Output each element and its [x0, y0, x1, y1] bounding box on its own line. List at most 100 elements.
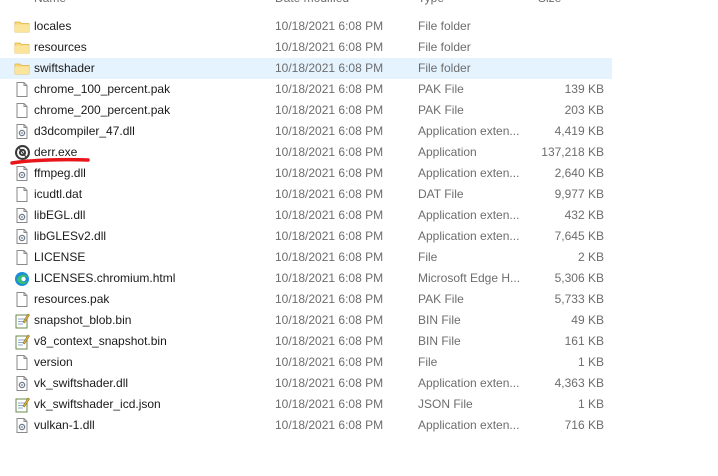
file-date-modified: 10/18/2021 6:08 PM	[275, 250, 384, 264]
file-name: vk_swiftshader_icd.json	[34, 397, 161, 411]
file-size	[534, 16, 604, 37]
file-type: Application exten...	[418, 208, 520, 222]
file-size: 137,218 KB	[541, 145, 604, 159]
file-icon	[14, 102, 30, 119]
file-date-modified: 10/18/2021 6:08 PM	[275, 40, 384, 54]
file-type: Application exten...	[418, 418, 520, 432]
file-size: 716 KB	[564, 418, 604, 432]
file-size	[534, 37, 604, 58]
file-size: 139 KB	[564, 82, 604, 96]
dll-icon	[14, 165, 30, 182]
file-name: resources	[34, 40, 87, 54]
dll-icon	[14, 207, 30, 224]
file-row[interactable]: derr.exe 10/18/2021 6:08 PM Application 137…	[0, 142, 612, 163]
file-row[interactable]: vulkan-1.dll 10/18/2021 6:08 PM Applicatio…	[0, 415, 612, 436]
file-row[interactable]: libEGL.dll 10/18/2021 6:08 PM Application …	[0, 205, 612, 226]
file-row[interactable]: version 10/18/2021 6:08 PM File 1 KB	[0, 352, 612, 373]
file-date-modified: 10/18/2021 6:08 PM	[275, 376, 384, 390]
file-name: libEGL.dll	[34, 208, 86, 222]
column-header-name[interactable]: Name	[34, 0, 66, 8]
file-date-modified: 10/18/2021 6:08 PM	[275, 292, 384, 306]
file-row[interactable]: d3dcompiler_47.dll 10/18/2021 6:08 PM Appl…	[0, 121, 612, 142]
file-date-modified: 10/18/2021 6:08 PM	[275, 355, 384, 369]
file-date-modified: 10/18/2021 6:08 PM	[275, 187, 384, 201]
file-row[interactable]: locales 10/18/2021 6:08 PM File folder	[0, 16, 612, 37]
file-date-modified: 10/18/2021 6:08 PM	[275, 145, 384, 159]
file-name: vulkan-1.dll	[34, 418, 95, 432]
column-header-type[interactable]: Type	[418, 0, 444, 8]
file-name: snapshot_blob.bin	[34, 313, 132, 327]
file-name: icudtl.dat	[34, 187, 83, 201]
file-type: JSON File	[418, 397, 473, 411]
file-type: File folder	[418, 61, 471, 75]
file-row[interactable]: resources 10/18/2021 6:08 PM File folder	[0, 37, 612, 58]
file-name: chrome_200_percent.pak	[34, 103, 171, 117]
file-name: vk_swiftshader.dll	[34, 376, 129, 390]
file-size: 4,363 KB	[554, 376, 604, 390]
file-name: d3dcompiler_47.dll	[34, 124, 135, 138]
file-name: v8_context_snapshot.bin	[34, 334, 167, 348]
file-type: Application exten...	[418, 376, 520, 390]
file-name: swiftshader	[34, 61, 95, 75]
file-type: PAK File	[418, 292, 464, 306]
file-row[interactable]: chrome_200_percent.pak 10/18/2021 6:08 PM…	[0, 100, 612, 121]
file-size: 1 KB	[577, 355, 604, 369]
file-type: DAT File	[418, 187, 464, 201]
red-underline-annotation	[10, 157, 90, 165]
file-list: locales 10/18/2021 6:08 PM File folder reso…	[0, 16, 612, 436]
file-type: Microsoft Edge H...	[418, 271, 521, 285]
file-row[interactable]: swiftshader 10/18/2021 6:08 PM File folder	[0, 58, 612, 79]
file-size: 2 KB	[577, 250, 604, 264]
notepad-icon	[14, 312, 30, 329]
file-type: PAK File	[418, 82, 464, 96]
file-icon	[14, 81, 30, 98]
file-size: 4,419 KB	[554, 124, 604, 138]
file-type: BIN File	[418, 313, 461, 327]
file-type: File	[418, 355, 438, 369]
file-date-modified: 10/18/2021 6:08 PM	[275, 166, 384, 180]
file-size: 432 KB	[564, 208, 604, 222]
file-date-modified: 10/18/2021 6:08 PM	[275, 61, 384, 75]
file-size: 5,733 KB	[554, 292, 604, 306]
dll-icon	[14, 123, 30, 140]
file-date-modified: 10/18/2021 6:08 PM	[275, 82, 384, 96]
file-size	[534, 58, 604, 79]
notepad-icon	[14, 396, 30, 413]
file-date-modified: 10/18/2021 6:08 PM	[275, 313, 384, 327]
file-size: 5,306 KB	[554, 271, 604, 285]
file-row[interactable]: v8_context_snapshot.bin 10/18/2021 6:08 P…	[0, 331, 612, 352]
folder-icon	[14, 39, 30, 56]
notepad-icon	[14, 333, 30, 350]
dll-icon	[14, 228, 30, 245]
file-row[interactable]: vk_swiftshader.dll 10/18/2021 6:08 PM Appl…	[0, 373, 612, 394]
file-row[interactable]: libGLESv2.dll 10/18/2021 6:08 PM Applicati…	[0, 226, 612, 247]
file-date-modified: 10/18/2021 6:08 PM	[275, 334, 384, 348]
column-header-row: Name Date modified Type Size	[0, 0, 612, 8]
file-row[interactable]: vk_swiftshader_icd.json 10/18/2021 6:08 P…	[0, 394, 612, 415]
file-row[interactable]: snapshot_blob.bin 10/18/2021 6:08 PM BIN F…	[0, 310, 612, 331]
file-row[interactable]: ffmpeg.dll 10/18/2021 6:08 PM Application …	[0, 163, 612, 184]
file-date-modified: 10/18/2021 6:08 PM	[275, 229, 384, 243]
edge-icon	[14, 270, 30, 287]
file-row[interactable]: LICENSE 10/18/2021 6:08 PM File 2 KB	[0, 247, 612, 268]
column-header-date[interactable]: Date modified	[275, 0, 349, 8]
file-row[interactable]: icudtl.dat 10/18/2021 6:08 PM DAT File 9,97…	[0, 184, 612, 205]
file-icon	[14, 186, 30, 203]
file-row[interactable]: chrome_100_percent.pak 10/18/2021 6:08 PM…	[0, 79, 612, 100]
file-type: File	[418, 250, 438, 264]
file-size: 2,640 KB	[554, 166, 604, 180]
file-date-modified: 10/18/2021 6:08 PM	[275, 418, 384, 432]
dll-icon	[14, 375, 30, 392]
file-size: 49 KB	[571, 313, 604, 327]
file-name: LICENSES.chromium.html	[34, 271, 176, 285]
file-icon	[14, 291, 30, 308]
file-type: BIN File	[418, 334, 461, 348]
file-type: PAK File	[418, 103, 464, 117]
file-row[interactable]: LICENSES.chromium.html 10/18/2021 6:08 PM…	[0, 268, 612, 289]
file-name: locales	[34, 19, 72, 33]
file-row[interactable]: resources.pak 10/18/2021 6:08 PM PAK File 5…	[0, 289, 612, 310]
file-date-modified: 10/18/2021 6:08 PM	[275, 124, 384, 138]
file-type: Application exten...	[418, 124, 520, 138]
file-name: chrome_100_percent.pak	[34, 82, 171, 96]
column-header-size[interactable]: Size	[538, 0, 561, 8]
